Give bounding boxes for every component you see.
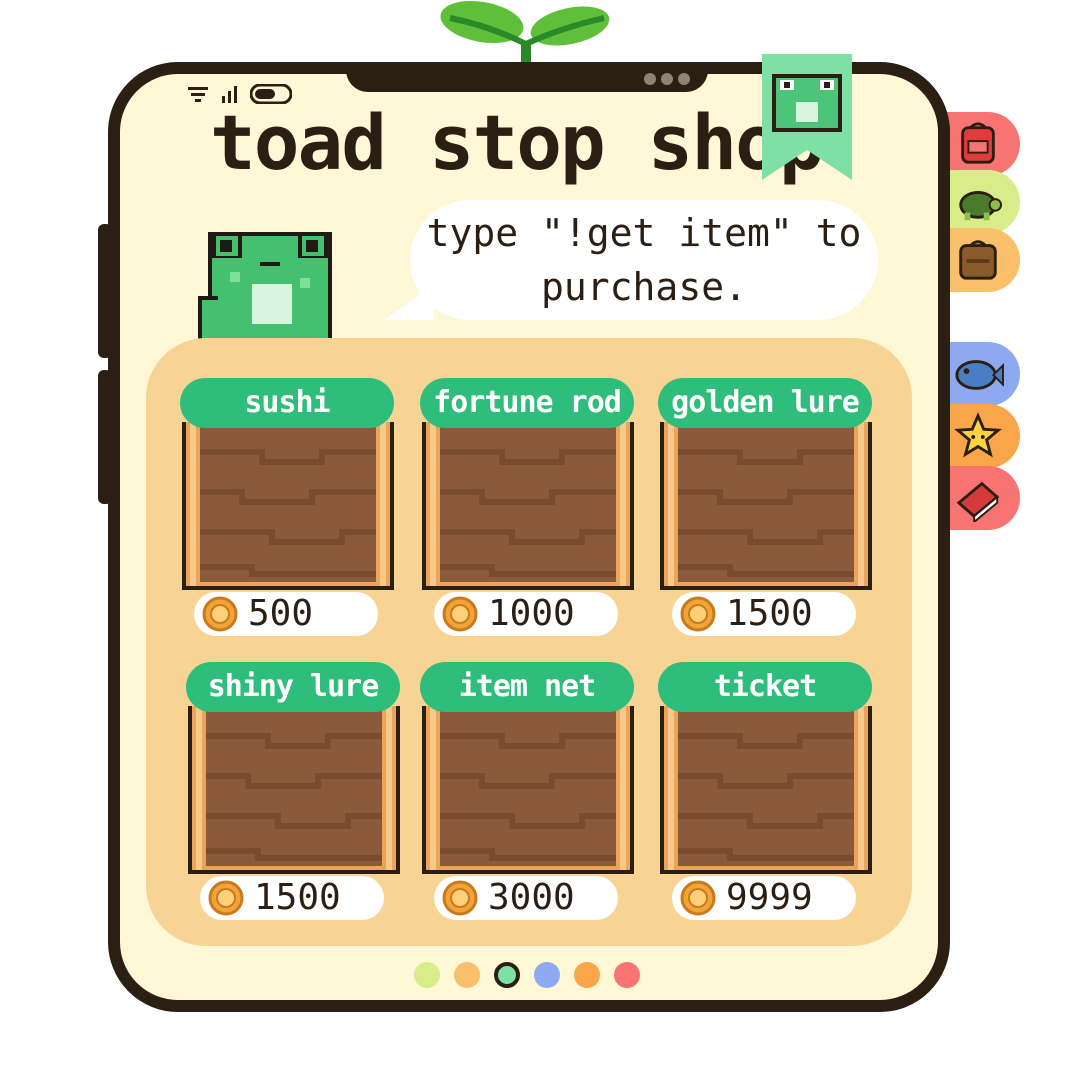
coin-icon: [680, 596, 716, 632]
side-button[interactable]: [98, 224, 112, 358]
pager-dot[interactable]: [534, 962, 560, 988]
pager-dot-active[interactable]: [494, 962, 520, 988]
side-tab-turtle[interactable]: [944, 170, 1020, 234]
shop-item-card[interactable]: shiny lure 1500: [186, 662, 404, 924]
pager-dot[interactable]: [614, 962, 640, 988]
coin-icon: [202, 596, 238, 632]
pager-dot[interactable]: [454, 962, 480, 988]
item-name: fortune rod: [420, 378, 634, 428]
side-tab-star[interactable]: [944, 404, 1020, 468]
star-icon: [954, 412, 1002, 458]
notch-dot: [678, 73, 690, 85]
item-price: 1500: [200, 876, 384, 920]
price-value: 1500: [254, 877, 341, 918]
item-name: ticket: [658, 662, 872, 712]
shop-item-card[interactable]: item net 3000: [420, 662, 638, 924]
notch-dot: [661, 73, 673, 85]
speech-text: type "!get item" to purchase.: [426, 211, 862, 309]
item-price: 500: [194, 592, 378, 636]
side-tab-fish[interactable]: [944, 342, 1020, 406]
book-icon: [956, 481, 1000, 522]
fish-icon: [955, 360, 1004, 390]
item-crate: [182, 422, 394, 590]
shop-item-card[interactable]: ticket 9999: [658, 662, 876, 924]
item-name: sushi: [180, 378, 394, 428]
frog-mascot-icon: [198, 232, 332, 340]
pager-dot[interactable]: [574, 962, 600, 988]
item-price: 3000: [434, 876, 618, 920]
coin-icon: [208, 880, 244, 916]
coin-icon: [442, 880, 478, 916]
item-crate: [660, 422, 872, 590]
shop-item-card[interactable]: golden lure 1500: [658, 378, 876, 640]
side-tab-book[interactable]: [944, 466, 1020, 530]
price-value: 500: [248, 593, 314, 634]
side-tab-backpack[interactable]: [944, 112, 1020, 176]
item-crate: [422, 422, 634, 590]
price-value: 1000: [488, 593, 575, 634]
price-value: 3000: [488, 877, 575, 918]
coin-icon: [442, 596, 478, 632]
item-name: shiny lure: [186, 662, 400, 712]
side-tab-bag[interactable]: [944, 228, 1020, 292]
item-price: 1500: [672, 592, 856, 636]
notch-dot: [644, 73, 656, 85]
shop-item-card[interactable]: fortune rod 1000: [420, 378, 638, 640]
item-crate: [660, 706, 872, 874]
side-button[interactable]: [98, 370, 112, 504]
turtle-icon: [959, 190, 1002, 221]
shop-item-card[interactable]: sushi 500: [180, 378, 398, 640]
backpack-icon: [961, 122, 995, 164]
item-price: 9999: [672, 876, 856, 920]
pager-dots: [414, 962, 640, 988]
page-title: toad stop shop: [210, 98, 825, 187]
price-value: 9999: [726, 877, 813, 918]
pager-dot[interactable]: [414, 962, 440, 988]
item-crate: [422, 706, 634, 874]
price-value: 1500: [726, 593, 813, 634]
item-name: item net: [420, 662, 634, 712]
item-crate: [188, 706, 400, 874]
coin-icon: [680, 880, 716, 916]
sprout-icon: [440, 0, 610, 70]
bag-icon: [959, 240, 997, 280]
item-name: golden lure: [658, 378, 872, 428]
frog-bookmark-icon[interactable]: [762, 54, 852, 180]
wifi-icon: [188, 87, 208, 102]
item-price: 1000: [434, 592, 618, 636]
